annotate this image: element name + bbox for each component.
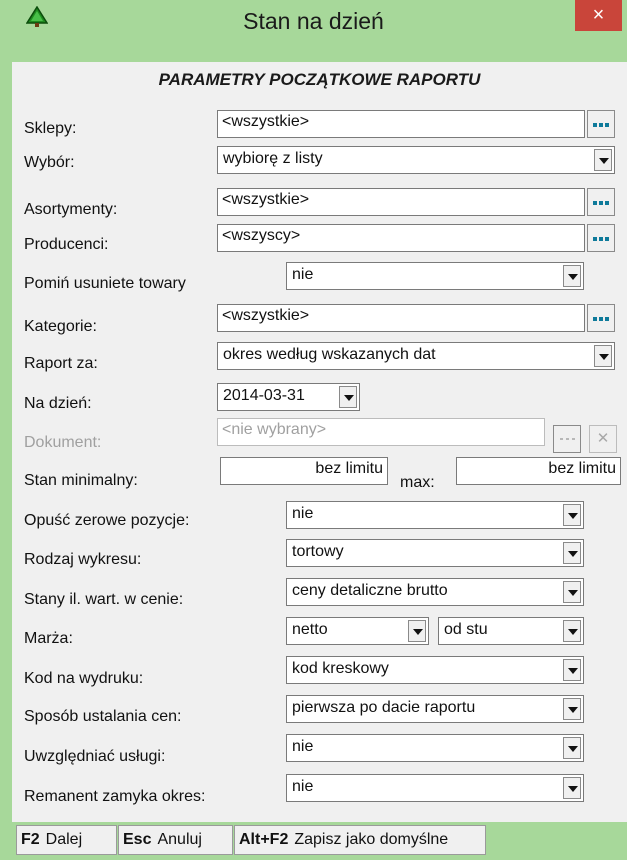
save-default-label: Zapisz jako domyślne: [294, 831, 449, 848]
stan-minimalny-label: Stan minimalny:: [24, 472, 138, 489]
stan-minimalny-field[interactable]: bez limitu: [220, 457, 388, 485]
dokument-field: <nie wybrany>: [217, 418, 545, 446]
report-heading: PARAMETRY POCZĄTKOWE RAPORTU: [158, 70, 481, 89]
uslugi-value: nie: [292, 738, 314, 755]
remanent-select[interactable]: nie: [286, 774, 584, 802]
stany-value: ceny detaliczne brutto: [292, 582, 448, 599]
chevron-down-icon[interactable]: [563, 581, 581, 603]
wybor-select[interactable]: wybiorę z listy: [217, 146, 615, 174]
cancel-button[interactable]: Esc Anuluj: [118, 825, 233, 855]
clear-icon: ✕: [589, 425, 617, 453]
marza-mode-select[interactable]: od stu: [438, 617, 584, 645]
kategorie-more-button[interactable]: [587, 304, 615, 332]
chevron-down-icon[interactable]: [563, 542, 581, 564]
producenci-more-button[interactable]: [587, 224, 615, 252]
dokument-label: Dokument:: [24, 434, 102, 451]
raport-za-value: okres według wskazanych dat: [223, 346, 436, 363]
marza-label: Marża:: [24, 630, 73, 647]
uslugi-select[interactable]: nie: [286, 734, 584, 762]
chevron-down-icon[interactable]: [563, 698, 581, 720]
stan-max-field[interactable]: bez limitu: [456, 457, 621, 485]
na-dzien-date-picker[interactable]: 2014-03-31: [217, 383, 360, 411]
na-dzien-value: 2014-03-31: [223, 387, 305, 404]
sposob-select[interactable]: pierwsza po dacie raportu: [286, 695, 584, 723]
window-title: Stan na dzień: [243, 8, 384, 34]
save-default-key: Alt+F2: [239, 831, 289, 848]
chevron-down-icon[interactable]: [563, 777, 581, 799]
chevron-down-icon[interactable]: [563, 265, 581, 287]
raport-za-select[interactable]: okres według wskazanych dat: [217, 342, 615, 370]
pomin-value: nie: [292, 266, 314, 283]
na-dzien-label: Na dzień:: [24, 395, 92, 412]
marza-mode-value: od stu: [444, 621, 488, 638]
wybor-label: Wybór:: [24, 154, 75, 171]
kod-select[interactable]: kod kreskowy: [286, 656, 584, 684]
wybor-value: wybiorę z listy: [223, 150, 323, 167]
max-label: max:: [400, 474, 435, 491]
sposob-value: pierwsza po dacie raportu: [292, 699, 476, 716]
chevron-down-icon[interactable]: [563, 659, 581, 681]
next-label: Dalej: [45, 831, 83, 848]
producenci-field[interactable]: <wszyscy>: [217, 224, 585, 252]
opusc-label: Opuść zerowe pozycje:: [24, 512, 190, 529]
opusc-value: nie: [292, 505, 314, 522]
stany-select[interactable]: ceny detaliczne brutto: [286, 578, 584, 606]
raport-za-label: Raport za:: [24, 355, 98, 372]
cancel-key: Esc: [123, 831, 152, 848]
close-button[interactable]: ×: [575, 0, 622, 31]
remanent-label: Remanent zamyka okres:: [24, 788, 206, 805]
save-default-button[interactable]: Alt+F2 Zapisz jako domyślne: [234, 825, 486, 855]
chevron-down-icon[interactable]: [563, 504, 581, 526]
asortymenty-field[interactable]: <wszystkie>: [217, 188, 585, 216]
opusc-select[interactable]: nie: [286, 501, 584, 529]
cancel-label: Anuluj: [157, 831, 202, 848]
dokument-more-button: [553, 425, 581, 453]
chevron-down-icon[interactable]: [563, 737, 581, 759]
sklepy-label: Sklepy:: [24, 120, 77, 137]
chevron-down-icon[interactable]: [594, 149, 612, 171]
pomin-select[interactable]: nie: [286, 262, 584, 290]
stany-label: Stany il. wart. w cenie:: [24, 591, 184, 608]
asortymenty-label: Asortymenty:: [24, 201, 118, 218]
remanent-value: nie: [292, 778, 314, 795]
chevron-down-icon[interactable]: [563, 620, 581, 642]
sklepy-field[interactable]: <wszystkie>: [217, 110, 585, 138]
chevron-down-icon[interactable]: [408, 620, 426, 642]
asortymenty-more-button[interactable]: [587, 188, 615, 216]
marza-value: netto: [292, 621, 328, 638]
chevron-down-icon[interactable]: [594, 345, 612, 367]
wykres-label: Rodzaj wykresu:: [24, 551, 142, 568]
next-key: F2: [21, 831, 40, 848]
marza-select[interactable]: netto: [286, 617, 429, 645]
uslugi-label: Uwzględniać usługi:: [24, 748, 166, 765]
kategorie-field[interactable]: <wszystkie>: [217, 304, 585, 332]
kod-label: Kod na wydruku:: [24, 670, 144, 687]
wykres-select[interactable]: tortowy: [286, 539, 584, 567]
sposob-label: Sposób ustalania cen:: [24, 708, 182, 725]
chevron-down-icon[interactable]: [339, 386, 357, 408]
kod-value: kod kreskowy: [292, 660, 389, 677]
kategorie-label: Kategorie:: [24, 318, 97, 335]
next-button[interactable]: F2 Dalej: [16, 825, 117, 855]
wykres-value: tortowy: [292, 543, 344, 560]
sklepy-more-button[interactable]: [587, 110, 615, 138]
producenci-label: Producenci:: [24, 236, 109, 253]
pomin-label: Pomiń usuniete towary: [24, 275, 186, 292]
